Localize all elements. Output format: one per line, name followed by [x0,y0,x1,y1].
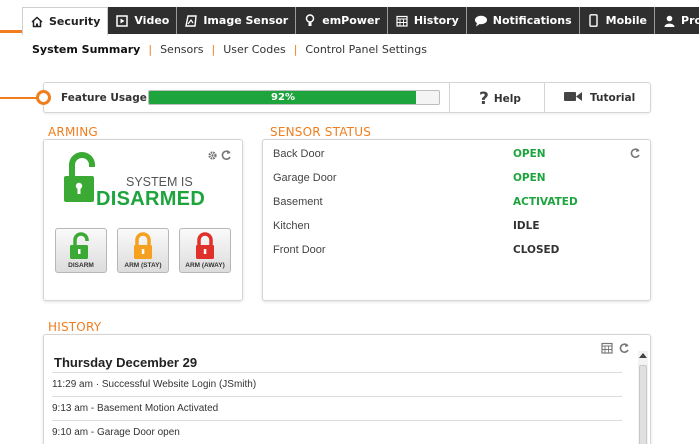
history-section-title: HISTORY [48,320,102,334]
locked-padlock-icon [194,232,216,264]
lightbulb-icon [303,14,317,28]
help-label: Help [493,93,521,105]
subnav-separator: | [211,43,216,56]
help-button[interactable]: ? Help [479,89,521,109]
history-entry: 9:10 am - Garage Door open [52,420,622,444]
divider [449,83,450,112]
refresh-icon[interactable] [630,144,641,163]
sensor-row: Garage Door OPEN [273,172,573,196]
tab-notifications[interactable]: Notifications [466,7,580,34]
gear-icon[interactable] [207,146,218,165]
feature-usage-progress-bar: 92% [148,90,440,105]
history-entry: 11:29 am · Successful Website Login (JSm… [52,372,622,396]
arm-stay-label: ARM (STAY) [124,262,162,269]
sensor-name: Garage Door [273,172,337,184]
scroll-up-arrow[interactable] [639,353,647,358]
disarm-button[interactable]: DISARM [55,228,107,273]
tab-label: Image Sensor [203,14,289,27]
disarm-label: DISARM [68,262,94,269]
speech-bubble-icon [474,14,488,28]
tab-label: Notifications [492,14,572,27]
tutorial-button[interactable]: Tutorial [564,91,635,105]
main-tabs: Security Video Image Sensor emPower Hist… [22,7,699,35]
arming-panel: SYSTEM IS DISARMED DISARM ARM (STAY) ARM… [43,139,243,301]
unlocked-padlock-icon [64,152,100,208]
video-icon [115,14,129,28]
history-tools [601,339,630,358]
tab-label: History [413,14,459,27]
subnav-separator: | [148,43,153,56]
calendar-icon [395,14,409,28]
sensor-name: Front Door [273,244,326,256]
arming-section-title: ARMING [48,125,98,139]
mobile-icon [587,14,601,28]
refresh-icon[interactable] [619,339,630,358]
sensor-row: Kitchen IDLE [273,220,573,244]
sensor-state: IDLE [513,220,540,232]
arm-stay-button[interactable]: ARM (STAY) [117,228,169,273]
locked-padlock-icon [132,232,154,264]
image-sensor-icon [184,14,198,28]
sensor-name: Basement [273,196,323,208]
unlocked-padlock-icon [70,232,92,264]
nav-accent-line-left [0,30,22,33]
tab-label: emPower [322,14,380,27]
system-status-line-2: DISARMED [96,188,206,210]
sensor-state: OPEN [513,148,546,160]
tab-label: Video [134,14,170,27]
history-entry: 9:13 am - Basement Motion Activated [52,396,622,420]
sub-navigation: System Summary | Sensors | User Codes | … [32,43,427,56]
feature-usage-marker-dot [36,90,51,105]
person-icon [662,14,676,28]
sensor-status-panel: Back Door OPEN Garage Door OPEN Basement… [262,139,651,301]
feature-usage-panel: Feature Usage 92% ? Help Tutorial [43,82,651,113]
history-panel: Thursday December 29 11:29 am · Successf… [43,334,651,444]
tab-image-sensor[interactable]: Image Sensor [177,7,297,34]
sensor-state: CLOSED [513,244,560,256]
feature-usage-connector-line [0,97,38,99]
arming-tools [207,146,232,165]
tab-video[interactable]: Video [108,7,178,34]
refresh-icon[interactable] [221,146,232,165]
sensor-row: Front Door CLOSED [273,244,573,268]
sensor-name: Back Door [273,148,325,160]
home-icon [30,15,44,29]
calendar-icon[interactable] [601,339,613,358]
sensor-state: OPEN [513,172,546,184]
history-scrollbar[interactable] [638,351,648,444]
subnav-sensors[interactable]: Sensors [160,43,203,56]
tab-profile[interactable]: Profile [655,7,699,34]
top-navigation: Security Video Image Sensor emPower Hist… [0,0,699,36]
tab-label: Security [49,15,101,28]
tab-empower[interactable]: emPower [296,7,388,34]
subnav-user-codes[interactable]: User Codes [223,43,285,56]
divider [544,83,545,112]
feature-usage-percent: 92% [271,92,295,103]
sensor-status-section-title: SENSOR STATUS [270,125,372,139]
system-status-line-1: SYSTEM IS [126,175,193,189]
sensor-state: ACTIVATED [513,196,578,208]
arm-away-button[interactable]: ARM (AWAY) [179,228,231,273]
question-mark-icon: ? [479,89,489,109]
sensor-row: Basement ACTIVATED [273,196,578,220]
tab-security[interactable]: Security [22,7,109,35]
arm-away-label: ARM (AWAY) [185,262,225,269]
tutorial-label: Tutorial [590,92,636,104]
history-date-heading: Thursday December 29 [54,355,198,370]
tab-mobile[interactable]: Mobile [579,7,656,34]
video-camera-icon [564,91,582,105]
subnav-system-summary[interactable]: System Summary [32,43,140,56]
tab-label: Profile [681,14,699,27]
scroll-thumb[interactable] [639,365,647,444]
tab-label: Mobile [605,14,648,27]
sensor-row: Back Door OPEN [273,148,573,172]
subnav-separator: | [293,43,298,56]
subnav-control-panel-settings[interactable]: Control Panel Settings [305,43,427,56]
sensor-name: Kitchen [273,220,310,232]
tab-history[interactable]: History [387,7,467,34]
feature-usage-label: Feature Usage [61,92,147,104]
